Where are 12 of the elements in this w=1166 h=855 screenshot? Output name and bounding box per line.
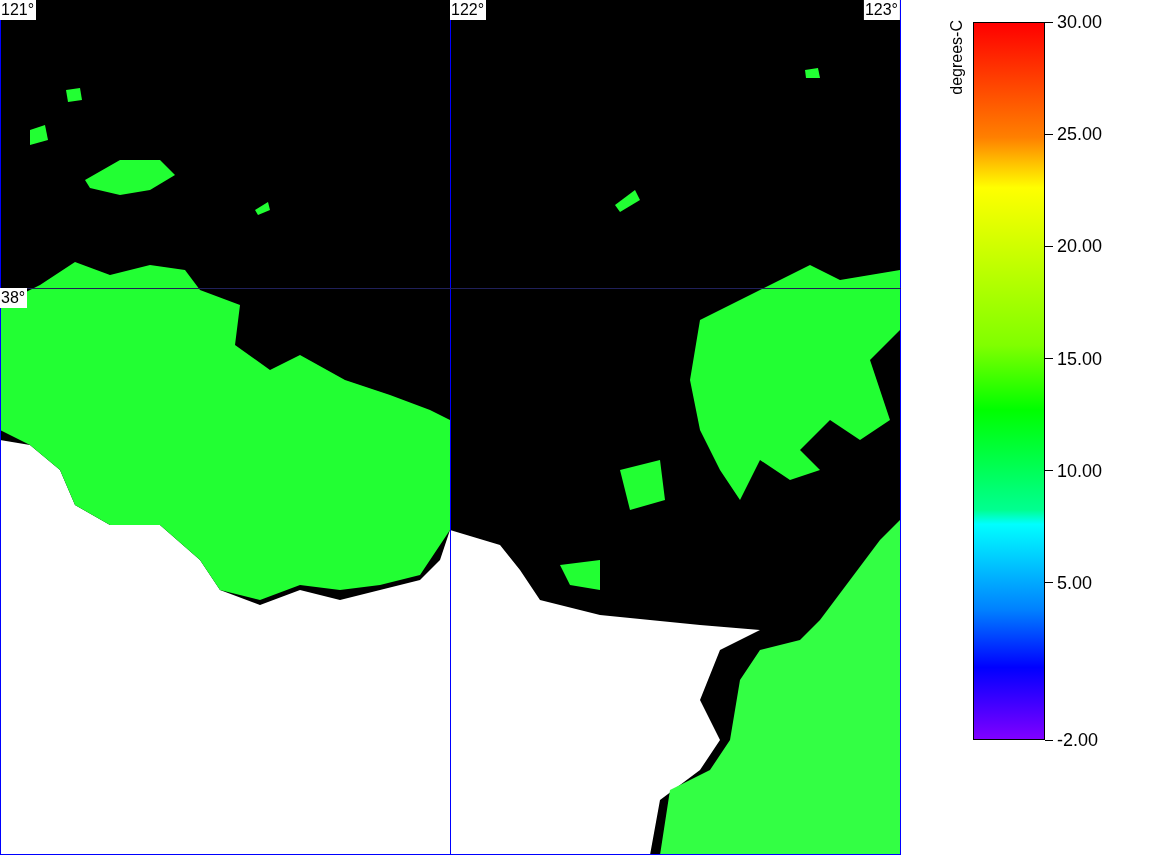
tick-label: 10.00 [1057, 460, 1103, 481]
tick-label: 25.00 [1057, 124, 1103, 145]
tick-label: 20.00 [1057, 236, 1103, 257]
tick-label: -2.00 [1057, 730, 1099, 750]
longitude-label: 122° [450, 0, 487, 20]
tick-label: 5.00 [1057, 572, 1093, 593]
tick-label: 30.00 [1057, 12, 1103, 32]
colorbar-title: degrees-C [947, 20, 966, 95]
longitude-label: 121° [0, 0, 37, 20]
latitude-label: 38° [0, 288, 28, 308]
tick-label: 15.00 [1057, 348, 1103, 369]
longitude-label: 123° [863, 0, 900, 20]
